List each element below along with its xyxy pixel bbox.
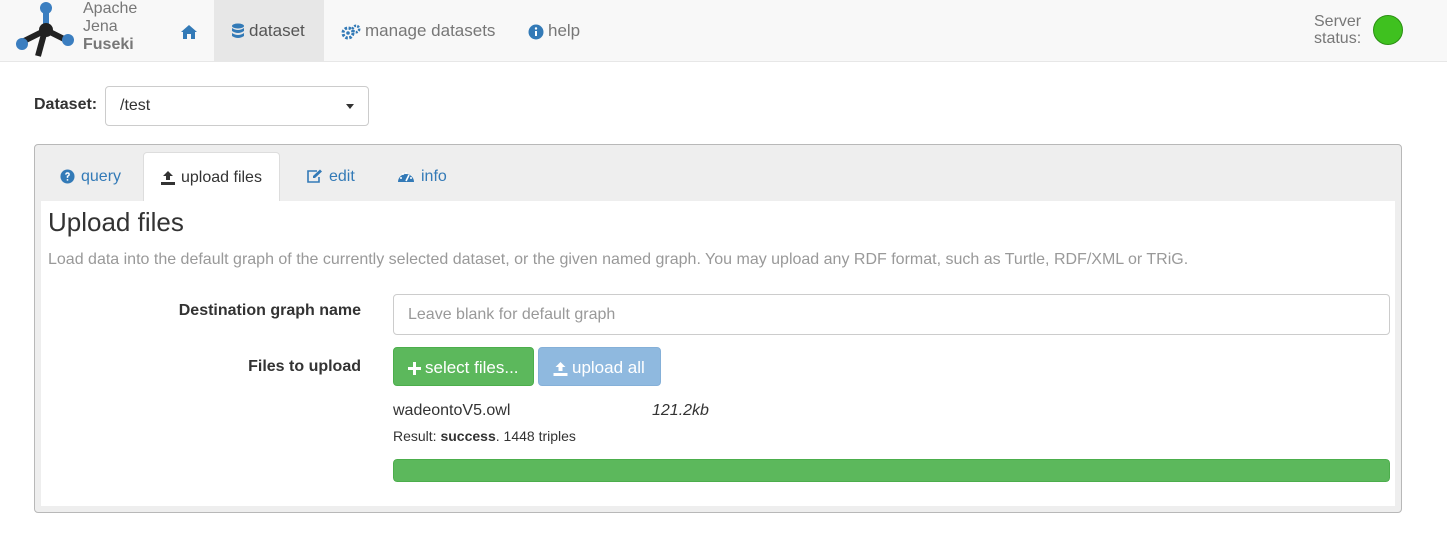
result-status: success — [440, 428, 496, 444]
info-circle-icon — [528, 24, 544, 40]
tab-info-label: info — [421, 168, 447, 185]
upload-progress-bar — [393, 459, 1390, 482]
dashboard-icon — [398, 172, 414, 183]
nav-home[interactable] — [163, 0, 219, 61]
brand-logo-link[interactable]: Apache Jena Fuseki — [14, 0, 154, 62]
upload-icon — [161, 171, 175, 186]
upload-title: Upload files — [48, 207, 184, 237]
tab-edit-label: edit — [329, 168, 355, 185]
select-files-button[interactable]: select files... — [393, 347, 534, 386]
uploaded-file-size: 121.2kb — [652, 402, 709, 419]
upload-result: Result: success. 1448 triples — [393, 428, 576, 444]
tab-query-label: query — [81, 168, 122, 185]
nav-help-label: help — [548, 21, 581, 40]
dataset-select[interactable]: /test — [105, 86, 369, 126]
select-files-label: select files... — [425, 358, 519, 377]
dataset-selected-value: /test — [120, 97, 151, 114]
navbar: Apache Jena Fuseki dataset manage datase… — [0, 0, 1447, 62]
edit-icon — [307, 169, 322, 184]
files-to-upload-label: Files to upload — [248, 358, 361, 375]
upload-tab-content: Upload files Load data into the default … — [41, 201, 1395, 506]
destination-graph-label: Destination graph name — [178, 302, 361, 319]
destination-graph-input[interactable] — [393, 294, 1390, 335]
uploaded-file-name: wadeontoV5.owl — [393, 402, 511, 419]
plus-icon — [408, 362, 421, 376]
nav-manage-label: manage datasets — [365, 21, 496, 40]
result-prefix: Result: — [393, 428, 441, 444]
database-icon — [232, 23, 244, 39]
upload-progress-fill — [393, 459, 1390, 482]
upload-all-label: upload all — [572, 358, 645, 377]
tab-info[interactable]: info — [380, 152, 464, 202]
nav-dataset-label: dataset — [249, 21, 305, 40]
nav-dataset[interactable]: dataset — [214, 0, 324, 61]
upload-description: Load data into the default graph of the … — [48, 251, 1189, 268]
fuseki-logo — [16, 2, 74, 57]
tab-upload-label: upload files — [181, 169, 262, 186]
brand-text: Apache Jena Fuseki — [83, 0, 137, 54]
nav-help[interactable]: help — [511, 0, 597, 61]
dataset-label: Dataset: — [34, 96, 98, 113]
brand-line-fuseki: Fuseki — [83, 36, 134, 53]
upload-icon — [553, 362, 568, 377]
tab-edit[interactable]: edit — [289, 152, 372, 202]
result-suffix: . 1448 triples — [495, 428, 576, 444]
upload-all-button[interactable]: upload all — [538, 347, 661, 386]
brand-line-jena: Jena — [83, 18, 118, 35]
chevron-down-icon — [346, 104, 354, 109]
cogs-icon — [341, 24, 361, 40]
home-icon — [181, 24, 197, 39]
brand-line-apache: Apache — [83, 0, 138, 17]
nav-manage-datasets[interactable]: manage datasets — [324, 0, 512, 61]
tab-query[interactable]: query — [43, 152, 138, 202]
server-status-line2: status: — [1314, 30, 1362, 47]
dataset-panel: query upload files edit info Upload file… — [34, 144, 1402, 513]
question-circle-icon — [60, 169, 75, 184]
server-status-label: Server status: — [1314, 13, 1361, 47]
tab-upload-files[interactable]: upload files — [143, 152, 280, 202]
server-status-line1: Server — [1314, 13, 1362, 30]
server-status-indicator — [1373, 15, 1403, 45]
